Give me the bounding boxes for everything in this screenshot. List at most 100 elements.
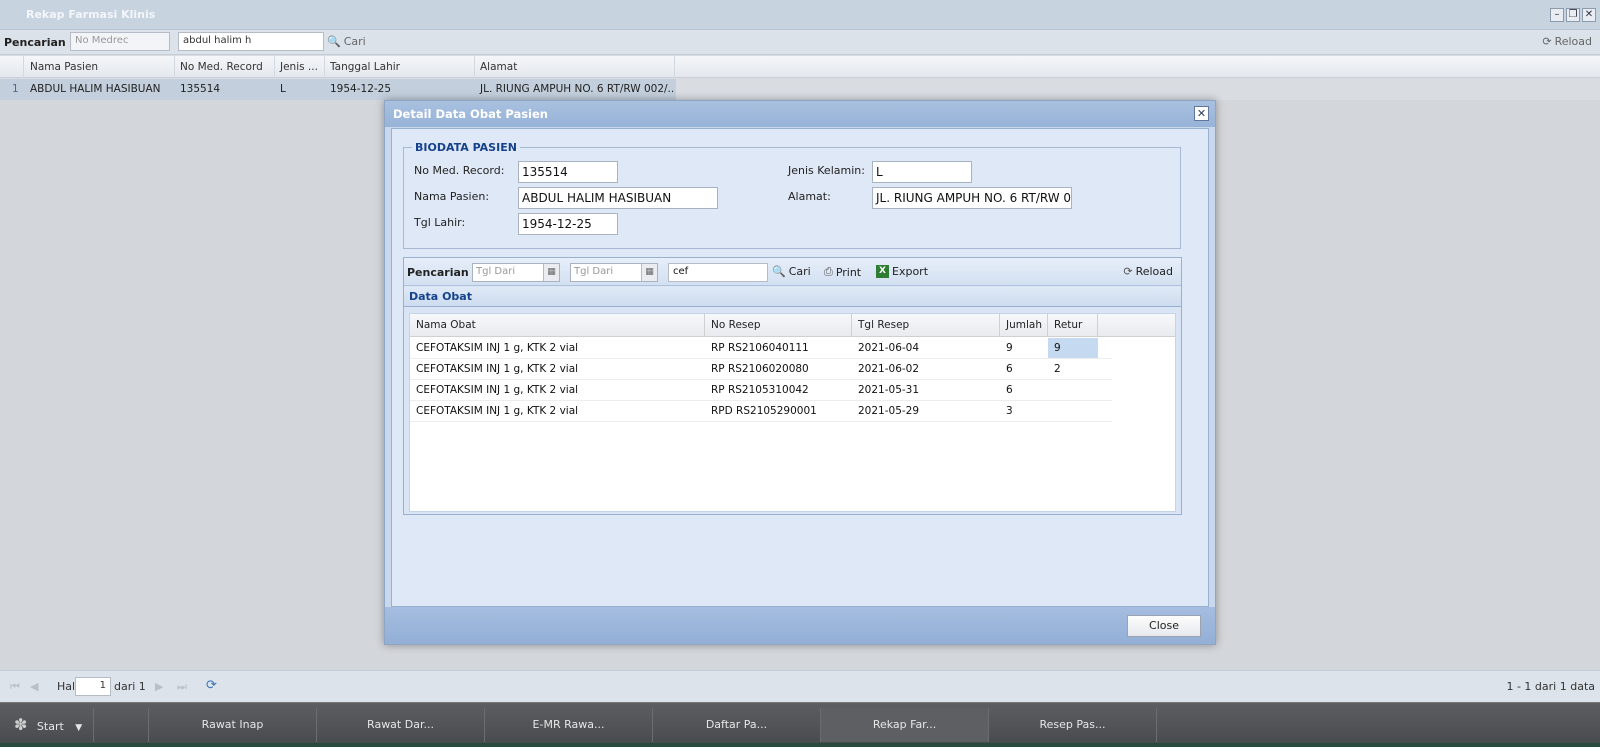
col-tgl-resep[interactable]: Tgl Resep — [852, 314, 1000, 337]
obat-panel: Pencarian : Tgl Dari ▦ Tgl Dari ▦ cef 🔍 … — [403, 257, 1182, 515]
table-row[interactable]: CEFOTAKSIM INJ 1 g, KTK 2 vial RP RS2106… — [410, 359, 1112, 380]
name-search-input[interactable]: abdul halim h — [178, 32, 324, 51]
taskbar-edge — [0, 743, 1600, 747]
export-button-label: Export — [892, 265, 929, 278]
refresh-icon[interactable]: ⟳ — [206, 678, 217, 693]
cell-retur[interactable]: 2 — [1048, 359, 1098, 379]
window-controls: – ❐ ✕ — [1550, 8, 1596, 22]
last-page-icon[interactable]: ⏭ — [177, 680, 187, 694]
cell-jumlah: 3 — [1006, 405, 1013, 417]
col-nama-obat[interactable]: Nama Obat — [410, 314, 705, 337]
medrec-field[interactable]: 135514 — [518, 161, 618, 183]
cell-tgl-lahir: 1954-12-25 — [330, 83, 392, 95]
date-to-input[interactable]: Tgl Dari ▦ — [570, 263, 658, 282]
calendar-icon[interactable]: ▦ — [543, 264, 559, 281]
medrec-search-input[interactable]: No Medrec — [70, 32, 170, 51]
window-titlebar: Rekap Farmasi Klinis – ❐ ✕ — [0, 0, 1600, 30]
page-number-input[interactable]: 1 — [75, 677, 111, 696]
cell-medrec: 135514 — [180, 83, 221, 95]
table-row[interactable]: CEFOTAKSIM INJ 1 g, KTK 2 vial RP RS2106… — [410, 338, 1112, 359]
cell-retur[interactable] — [1048, 401, 1098, 421]
jenis-kelamin-label: Jenis Kelamin: — [788, 164, 865, 177]
search-button[interactable]: 🔍 Cari — [327, 35, 366, 48]
search-toolbar: Pencarian : No Medrec abdul halim h 🔍 Ca… — [0, 30, 1600, 55]
col-alamat[interactable]: Alamat — [475, 56, 675, 78]
task-rawat-inap[interactable]: Rawat Inap — [149, 708, 317, 742]
col-tanggal-lahir[interactable]: Tanggal Lahir — [325, 56, 475, 78]
cell-nama: ABDUL HALIM HASIBUAN — [30, 83, 161, 95]
paging-summary: 1 - 1 dari 1 data — [1506, 680, 1595, 693]
next-page-icon[interactable]: ▶ — [155, 680, 163, 693]
reload-button[interactable]: ⟳ Reload — [1542, 35, 1592, 48]
col-jumlah[interactable]: Jumlah — [1000, 314, 1048, 337]
cell-jenis: L — [280, 83, 286, 95]
export-button[interactable]: X Export — [876, 265, 928, 278]
cell-tgl-resep: 2021-06-02 — [858, 363, 920, 375]
cell-retur-selected[interactable]: 9 — [1048, 338, 1098, 358]
table-row[interactable]: 1 ABDUL HALIM HASIBUAN 135514 L 1954-12-… — [0, 79, 676, 100]
col-nama-pasien[interactable]: Nama Pasien — [25, 56, 175, 78]
prev-page-icon[interactable]: ◀ — [30, 680, 38, 693]
cell-no-resep: RPD RS2105290001 — [711, 405, 817, 417]
chevron-down-icon: ▼ — [75, 723, 83, 733]
excel-icon: X — [876, 265, 889, 278]
col-no-resep[interactable]: No Resep — [705, 314, 852, 337]
close-icon[interactable]: ✕ — [1194, 106, 1209, 121]
cell-jumlah: 9 — [1006, 342, 1013, 354]
tgl-lahir-field[interactable]: 1954-12-25 — [518, 213, 618, 235]
taskbar-spacer — [94, 708, 149, 742]
obat-search-input[interactable]: cef — [668, 263, 768, 282]
table-row[interactable]: CEFOTAKSIM INJ 1 g, KTK 2 vial RPD RS210… — [410, 401, 1112, 422]
calendar-icon[interactable]: ▦ — [641, 264, 657, 281]
col-jenis[interactable]: Jenis ... — [275, 56, 325, 78]
page-total: dari 1 — [114, 680, 146, 693]
cell-no-resep: RP RS2106020080 — [711, 363, 809, 375]
patient-grid-header: Nama Pasien No Med. Record Jenis ... Tan… — [0, 56, 1600, 78]
cell-nama-obat: CEFOTAKSIM INJ 1 g, KTK 2 vial — [416, 342, 579, 354]
col-retur[interactable]: Retur — [1048, 314, 1098, 337]
close-button[interactable]: Close — [1127, 615, 1201, 637]
obat-search-button[interactable]: 🔍 Cari — [772, 265, 811, 278]
cell-retur[interactable] — [1048, 380, 1098, 400]
minimize-icon[interactable]: – — [1550, 8, 1564, 22]
date-from-placeholder: Tgl Dari — [476, 266, 516, 277]
data-obat-header: Data Obat — [404, 287, 1181, 307]
task-daftar-pasien[interactable]: Daftar Pa... — [653, 708, 821, 742]
cell-tgl-resep: 2021-05-29 — [858, 405, 920, 417]
jenis-kelamin-field[interactable]: L — [872, 161, 972, 183]
start-button[interactable]: ✽ Start ▼ — [0, 708, 94, 742]
obat-grid-header: Nama Obat No Resep Tgl Resep Jumlah Retu… — [410, 314, 1175, 337]
cell-no-resep: RP RS2106040111 — [711, 342, 809, 354]
dialog-body: BIODATA PASIEN No Med. Record: 135514 Na… — [391, 128, 1209, 607]
table-row[interactable]: CEFOTAKSIM INJ 1 g, KTK 2 vial RP RS2105… — [410, 380, 1112, 401]
window-title: Rekap Farmasi Klinis — [26, 8, 156, 21]
date-from-input[interactable]: Tgl Dari ▦ — [472, 263, 560, 282]
medrec-label: No Med. Record: — [414, 164, 505, 177]
cell-tgl-resep: 2021-05-31 — [858, 384, 920, 396]
alamat-field[interactable]: JL. RIUNG AMPUH NO. 6 RT/RW 00 — [872, 187, 1072, 209]
task-rekap-farmasi[interactable]: Rekap Far... — [821, 708, 989, 742]
cell-no-resep: RP RS2105310042 — [711, 384, 809, 396]
obat-reload-button[interactable]: ⟳ Reload — [1123, 265, 1173, 278]
task-rawat-darurat[interactable]: Rawat Dar... — [317, 708, 485, 742]
dialog-footer: Close — [385, 607, 1215, 644]
row-number: 1 — [12, 83, 19, 95]
obat-search-toolbar: Pencarian : Tgl Dari ▦ Tgl Dari ▦ cef 🔍 … — [404, 258, 1181, 286]
biodata-fieldset: BIODATA PASIEN No Med. Record: 135514 Na… — [403, 141, 1181, 249]
search-icon: 🔍 — [772, 265, 786, 278]
task-resep-pasien[interactable]: Resep Pas... — [989, 708, 1157, 742]
first-page-icon[interactable]: ⏮ — [10, 680, 20, 694]
refresh-icon: ⟳ — [1123, 265, 1133, 278]
search-button-label: Cari — [343, 35, 366, 48]
print-button-label: Print — [835, 265, 862, 279]
taskbar: ✽ Start ▼ Rawat Inap Rawat Dar... E-MR R… — [0, 702, 1600, 747]
nama-field[interactable]: ABDUL HALIM HASIBUAN — [518, 187, 718, 209]
close-icon[interactable]: ✕ — [1582, 8, 1596, 22]
tgl-lahir-label: Tgl Lahir: — [414, 216, 466, 229]
row-number-header — [0, 56, 24, 78]
task-emr-rawat[interactable]: E-MR Rawa... — [485, 708, 653, 742]
col-no-med-record[interactable]: No Med. Record — [175, 56, 275, 78]
restore-icon[interactable]: ❐ — [1566, 8, 1580, 22]
print-button[interactable]: ⎙ Print — [824, 265, 861, 279]
search-icon: 🔍 — [327, 35, 341, 48]
